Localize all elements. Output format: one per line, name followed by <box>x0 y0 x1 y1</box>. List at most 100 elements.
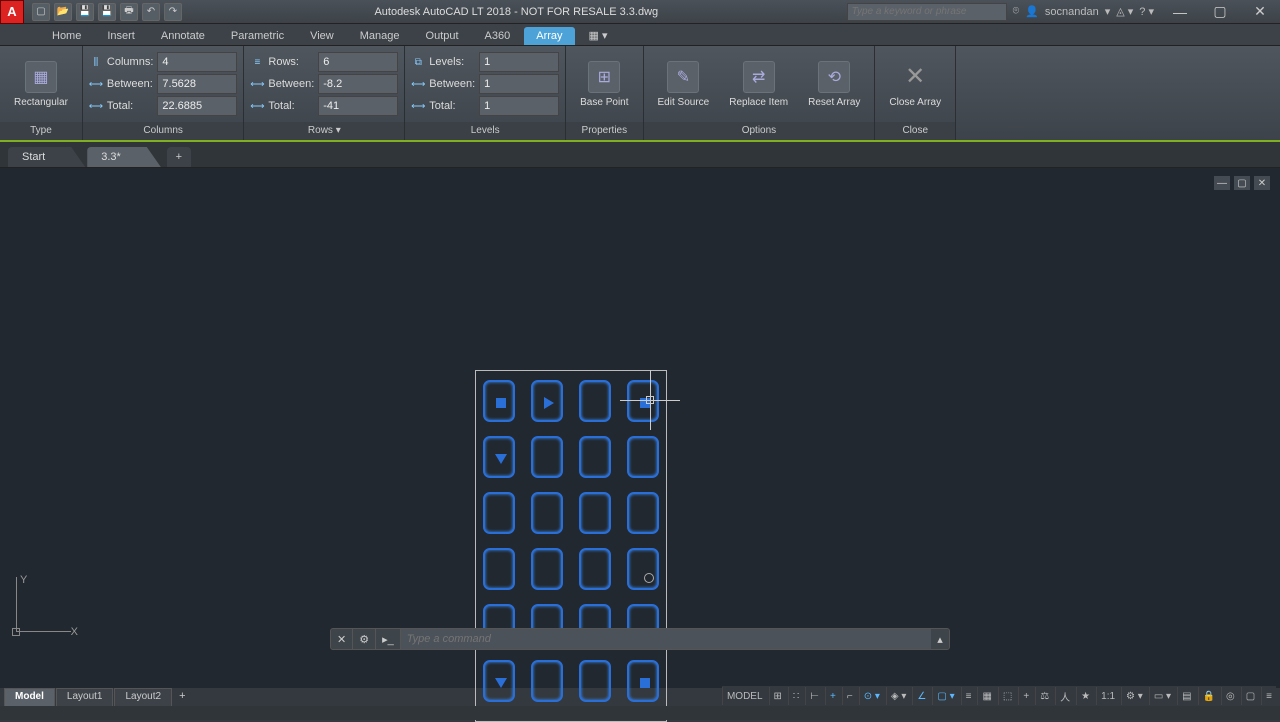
close-button[interactable]: ✕ <box>1240 0 1280 24</box>
status-annoscale-icon[interactable]: ⚖ <box>1035 687 1053 705</box>
reset-array-button[interactable]: ⟲ Reset Array <box>800 57 868 112</box>
tab-array[interactable]: Array <box>524 27 574 45</box>
array-item[interactable] <box>483 380 515 422</box>
array-item[interactable] <box>579 660 611 702</box>
qat-save-icon[interactable]: 💾 <box>76 3 94 21</box>
status-ortho-icon[interactable]: ⌐ <box>842 687 857 705</box>
columns-total-input[interactable] <box>157 96 237 116</box>
tab-parametric[interactable]: Parametric <box>219 27 296 45</box>
tab-insert[interactable]: Insert <box>95 27 147 45</box>
qat-undo-icon[interactable]: ↶ <box>142 3 160 21</box>
status-isolate-icon[interactable]: ◎ <box>1221 687 1239 705</box>
tab-output[interactable]: Output <box>414 27 471 45</box>
a360-icon[interactable]: ⌾ <box>1013 5 1020 18</box>
edit-source-button[interactable]: ✎ Edit Source <box>650 57 718 112</box>
status-workspace-icon[interactable]: ⚙ ▾ <box>1121 687 1147 705</box>
status-customize-icon[interactable]: ≡ <box>1261 687 1276 705</box>
file-tab-current[interactable]: 3.3* <box>87 147 161 167</box>
array-item[interactable] <box>483 660 515 702</box>
array-item[interactable] <box>531 380 563 422</box>
status-cycling-icon[interactable]: ⬚ <box>998 687 1016 705</box>
status-lineweight-icon[interactable]: ≡ <box>961 687 976 705</box>
status-polar-icon[interactable]: ⊙ ▾ <box>859 687 884 705</box>
layout-tab-layout2[interactable]: Layout2 <box>114 688 172 706</box>
array-item[interactable] <box>627 436 659 478</box>
array-item[interactable] <box>579 436 611 478</box>
array-item[interactable] <box>627 380 659 422</box>
status-otrack-icon[interactable]: ▢ ▾ <box>932 687 958 705</box>
status-autoscale-icon[interactable]: ★ <box>1076 687 1094 705</box>
status-isodraft-icon[interactable]: ◈ ▾ <box>886 687 911 705</box>
layout-tab-layout1[interactable]: Layout1 <box>56 688 114 706</box>
array-item[interactable] <box>579 492 611 534</box>
levels-total-input[interactable] <box>479 96 559 116</box>
rows-total-input[interactable] <box>318 96 398 116</box>
tab-manage[interactable]: Manage <box>348 27 412 45</box>
exchange-icon[interactable]: ◬ ▾ <box>1116 5 1133 18</box>
drawing-canvas[interactable]: — ▢ ✕ Y X ✕ ⚙ ▸_ ▴ <box>0 168 1280 688</box>
levels-between-input[interactable] <box>479 74 559 94</box>
status-quickprops-icon[interactable]: ▤ <box>1177 687 1195 705</box>
rows-input[interactable] <box>318 52 398 72</box>
array-item[interactable] <box>531 436 563 478</box>
status-transparency-icon[interactable]: ▦ <box>977 687 995 705</box>
file-tab-add-button[interactable]: + <box>167 147 191 167</box>
columns-between-input[interactable] <box>157 74 237 94</box>
array-item[interactable] <box>627 492 659 534</box>
rectangular-array-button[interactable]: ▦ Rectangular <box>6 57 76 112</box>
array-item[interactable] <box>483 548 515 590</box>
rows-between-input[interactable] <box>318 74 398 94</box>
status-annotation-monitor-icon[interactable]: + <box>1018 687 1033 705</box>
close-array-button[interactable]: ✕ Close Array <box>881 57 949 112</box>
status-annovis-icon[interactable]: 人 <box>1055 687 1074 705</box>
user-dropdown-icon[interactable]: ▾ <box>1105 5 1111 18</box>
levels-input[interactable] <box>479 52 559 72</box>
status-grid-icon[interactable]: ⊞ <box>769 687 786 705</box>
qat-redo-icon[interactable]: ↷ <box>164 3 182 21</box>
tab-home[interactable]: Home <box>40 27 93 45</box>
help-icon[interactable]: ? ▾ <box>1139 5 1154 18</box>
command-line[interactable]: ✕ ⚙ ▸_ ▴ <box>330 628 950 650</box>
status-cleanscreen-icon[interactable]: ▢ <box>1241 687 1259 705</box>
app-menu-icon[interactable]: A <box>0 0 24 24</box>
status-dynamic-input-icon[interactable]: + <box>825 687 840 705</box>
replace-item-button[interactable]: ⇄ Replace Item <box>721 57 796 112</box>
qat-new-icon[interactable]: ▢ <box>32 3 50 21</box>
status-lockui-icon[interactable]: 🔒 <box>1198 687 1219 705</box>
minimize-button[interactable]: — <box>1160 0 1200 24</box>
panel-title-rows[interactable]: Rows ▾ <box>244 122 404 140</box>
user-name[interactable]: socnandan <box>1045 6 1099 18</box>
tab-annotate[interactable]: Annotate <box>149 27 217 45</box>
infocenter-search[interactable] <box>847 3 1007 21</box>
array-item[interactable] <box>627 660 659 702</box>
status-scale-label[interactable]: 1:1 <box>1096 687 1119 705</box>
status-units-icon[interactable]: ▭ ▾ <box>1149 687 1175 705</box>
status-osnap-icon[interactable]: ∠ <box>912 687 930 705</box>
maximize-button[interactable]: ▢ <box>1200 0 1240 24</box>
array-item[interactable] <box>531 548 563 590</box>
qat-saveas-icon[interactable]: 💾 <box>98 3 116 21</box>
tab-view[interactable]: View <box>298 27 346 45</box>
cmdline-close-icon[interactable]: ✕ <box>331 629 353 649</box>
status-infer-icon[interactable]: ⊢ <box>805 687 823 705</box>
qat-open-icon[interactable]: 📂 <box>54 3 72 21</box>
cmdline-expand-icon[interactable]: ▴ <box>931 633 949 646</box>
array-item[interactable] <box>483 436 515 478</box>
array-item[interactable] <box>579 380 611 422</box>
qat-plot-icon[interactable]: 🖶 <box>120 3 138 21</box>
file-tab-start[interactable]: Start <box>8 147 85 167</box>
columns-input[interactable] <box>157 52 237 72</box>
array-item[interactable] <box>627 548 659 590</box>
base-point-button[interactable]: ⊞ Base Point <box>572 57 636 112</box>
array-item[interactable] <box>531 492 563 534</box>
user-icon[interactable]: 👤 <box>1025 5 1039 18</box>
layout-tab-model[interactable]: Model <box>4 688 55 706</box>
tab-featured-apps-icon[interactable]: ▦ ▾ <box>577 26 620 45</box>
status-snap-icon[interactable]: ∷ <box>788 687 803 705</box>
command-input[interactable] <box>401 629 931 649</box>
array-item[interactable] <box>531 660 563 702</box>
tab-a360[interactable]: A360 <box>473 27 523 45</box>
array-item[interactable] <box>579 548 611 590</box>
viewport-maximize-icon[interactable]: ▢ <box>1234 176 1250 190</box>
layout-tab-add-button[interactable]: + <box>173 688 191 706</box>
